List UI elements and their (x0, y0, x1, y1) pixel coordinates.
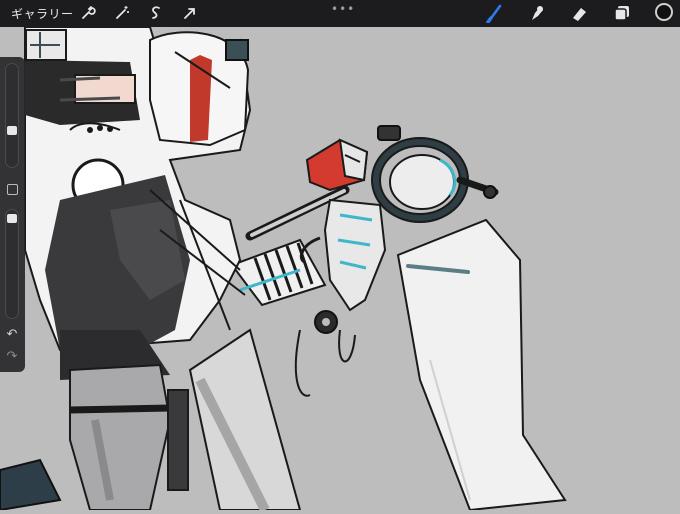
transform-arrow-icon[interactable] (180, 3, 200, 23)
brush-icon[interactable] (485, 3, 505, 23)
wrench-icon[interactable] (78, 3, 98, 23)
opacity-thumb[interactable] (7, 214, 17, 223)
undo-icon[interactable]: ↶ (4, 327, 20, 343)
drawing-canvas[interactable] (0, 26, 680, 513)
magic-wand-icon[interactable] (112, 3, 132, 23)
artwork-illustration (0, 26, 680, 513)
more-menu-icon[interactable]: ••• (331, 2, 355, 16)
top-toolbar: ギャラリー ••• (0, 0, 680, 27)
layers-icon[interactable] (612, 3, 632, 23)
selection-icon[interactable] (146, 3, 166, 23)
side-toolbar: ↶ ↷ (0, 57, 25, 372)
brush-size-slider[interactable] (5, 63, 19, 168)
redo-icon[interactable]: ↷ (4, 349, 20, 365)
gallery-button[interactable]: ギャラリー (11, 5, 74, 22)
eraser-icon[interactable] (569, 3, 589, 23)
modify-button[interactable] (7, 184, 18, 195)
opacity-slider[interactable] (5, 209, 19, 319)
color-picker-button[interactable] (655, 3, 673, 21)
smudge-icon[interactable] (527, 3, 547, 23)
brush-size-thumb[interactable] (7, 126, 17, 135)
